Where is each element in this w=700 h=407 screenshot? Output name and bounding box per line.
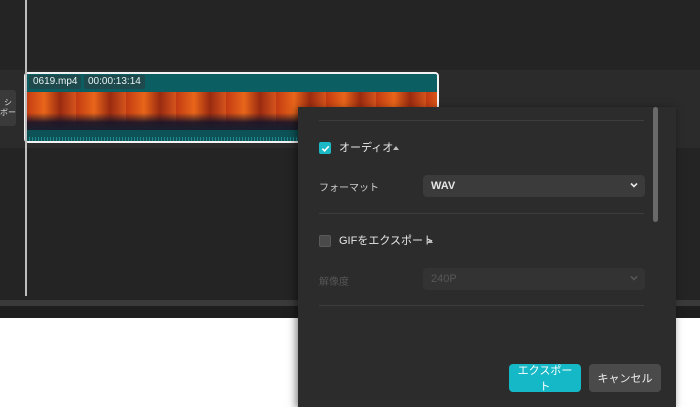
- export-dialog: オーディオ フォーマット WAV GIFをエクスポート 解像度 240P エクス…: [298, 107, 676, 407]
- divider: [319, 213, 644, 214]
- check-icon: [321, 145, 329, 152]
- audio-section-title: オーディオ: [339, 142, 394, 154]
- resolution-label: 解像度: [319, 277, 349, 288]
- gif-section-title: GIFをエクスポート: [339, 235, 435, 247]
- gif-checkbox[interactable]: [319, 235, 331, 247]
- resolution-select[interactable]: 240P: [423, 268, 645, 290]
- chevron-down-icon: [630, 275, 638, 281]
- track-side-button-line2: ボー: [0, 108, 16, 117]
- playhead[interactable]: [25, 0, 27, 296]
- format-label: フォーマット: [319, 183, 379, 194]
- divider: [319, 305, 644, 306]
- dialog-scrollbar[interactable]: [653, 107, 658, 222]
- caret-up-icon[interactable]: [427, 239, 433, 243]
- format-select-value: WAV: [431, 180, 456, 192]
- track-side-button-line1: シ: [4, 98, 12, 107]
- clip-duration: 00:00:13:14: [84, 75, 145, 89]
- divider: [319, 120, 644, 121]
- chevron-down-icon: [630, 182, 638, 188]
- export-button[interactable]: エクスポート: [509, 364, 581, 393]
- caret-up-icon[interactable]: [393, 146, 399, 150]
- track-side-button[interactable]: シ ボー: [0, 90, 16, 126]
- clip-header: 0619.mp4 00:00:13:14: [26, 74, 437, 92]
- resolution-select-value: 240P: [431, 273, 457, 285]
- clip-filename: 0619.mp4: [29, 75, 82, 89]
- cancel-button[interactable]: キャンセル: [589, 364, 661, 392]
- format-select[interactable]: WAV: [423, 175, 645, 197]
- audio-checkbox[interactable]: [319, 142, 331, 154]
